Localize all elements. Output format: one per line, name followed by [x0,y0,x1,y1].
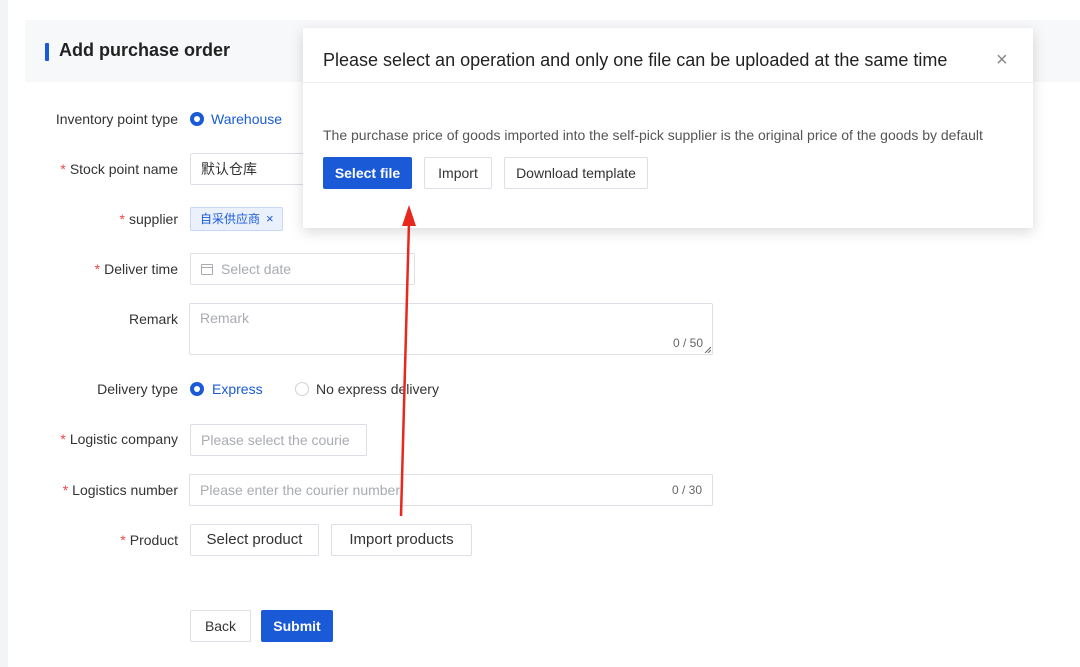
stock-point-name-select[interactable]: 默认仓库 [190,153,320,185]
title-accent-bar [45,43,49,61]
import-button[interactable]: Import [424,157,492,189]
no-express-radio-label[interactable]: No express delivery [316,381,439,397]
express-radio[interactable] [190,382,204,396]
warehouse-radio[interactable] [190,112,204,126]
calendar-icon [201,264,213,275]
logistics-number-label: * Logistics number [62,482,178,498]
resize-handle-icon[interactable] [704,346,711,353]
select-product-button[interactable]: Select product [190,524,319,556]
delivery-type-label: Delivery type [97,381,178,397]
close-icon[interactable]: × [266,211,274,226]
close-icon[interactable]: × [996,49,1008,72]
logistic-company-select[interactable]: Please select the courie [190,424,367,456]
import-products-button[interactable]: Import products [331,524,472,556]
logistics-number-input[interactable]: Please enter the courier number [189,474,713,506]
no-express-radio[interactable] [295,382,309,396]
logistic-company-label: * Logistic company [60,431,178,447]
back-button[interactable]: Back [190,610,251,642]
dialog-divider [303,82,1033,83]
product-label: * Product [120,532,178,548]
page-title: Add purchase order [59,40,231,60]
dialog-note: The purchase price of goods imported int… [323,127,983,143]
supplier-tag-text: 自采供应商 [200,212,261,226]
import-dialog: Please select an operation and only one … [303,28,1033,228]
stock-point-name-label: * Stock point name [60,161,178,177]
deliver-time-picker[interactable]: Select date [190,253,415,285]
submit-button[interactable]: Submit [261,610,333,642]
remark-label: Remark [128,311,178,327]
express-radio-label[interactable]: Express [212,381,263,397]
download-template-button[interactable]: Download template [504,157,648,189]
remark-textarea[interactable]: Remark [189,303,713,355]
select-file-button[interactable]: Select file [323,157,412,189]
deliver-time-label: * Deliver time [94,261,178,277]
supplier-tag: 自采供应商 × [190,207,283,231]
remark-counter: 0 / 50 [673,336,704,350]
supplier-label: * supplier [119,211,178,227]
logistics-number-counter: 0 / 30 [672,483,703,497]
dialog-title: Please select an operation and only one … [323,50,948,70]
warehouse-radio-label[interactable]: Warehouse [211,111,282,127]
inventory-point-type-label: Inventory point type [55,111,178,127]
